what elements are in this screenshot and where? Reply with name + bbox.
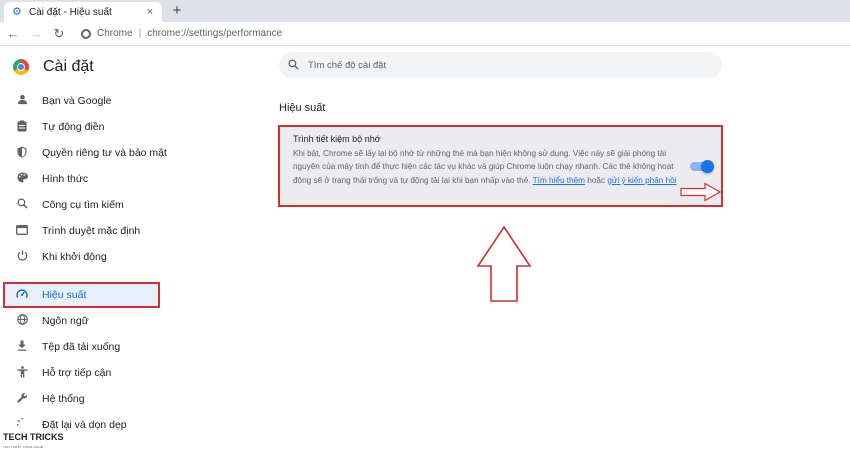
section-title: Hiệu suất xyxy=(279,102,326,114)
power-icon xyxy=(15,250,29,264)
search-icon xyxy=(288,59,300,71)
omnibox-url: chrome://settings/performance xyxy=(147,28,283,39)
sidebar-item-accessibility[interactable]: Hỗ trợ tiếp cận xyxy=(0,360,180,386)
sidebar-item-downloads[interactable]: Tệp đã tải xuống xyxy=(0,334,180,360)
browser-toolbar: ← → ↻ Chrome | chrome://settings/perform… xyxy=(0,22,850,46)
chrome-site-icon xyxy=(81,28,91,39)
sidebar-item-search-engine[interactable]: Công cụ tìm kiếm xyxy=(0,192,180,218)
sidebar-item-label: Bạn và Google xyxy=(42,95,112,107)
sidebar-item-label: Hệ thống xyxy=(42,393,85,405)
palette-icon xyxy=(15,172,29,186)
omnibox-brand: Chrome xyxy=(97,28,133,39)
toggle-knob xyxy=(701,160,714,173)
memory-saver-card: Trình tiết kiệm bộ nhớ Khi bật, Chrome s… xyxy=(278,125,723,207)
search-icon xyxy=(15,198,29,212)
reset-icon xyxy=(12,415,29,432)
settings-search[interactable] xyxy=(279,52,722,78)
person-icon xyxy=(15,94,29,108)
watermark-logo: TECH TRICKS THỦ THUẬT CÔNG NGHỆ xyxy=(3,432,64,452)
tab-title: Cài đặt - Hiệu suất xyxy=(29,6,112,18)
page-title: Cài đặt xyxy=(43,58,94,75)
sidebar-item-label: Hiệu suất xyxy=(42,289,87,301)
annotation-arrow-up-icon xyxy=(476,226,532,302)
sidebar-item-label: Hỗ trợ tiếp cận xyxy=(42,367,112,379)
chrome-logo-icon xyxy=(13,59,29,75)
gear-icon: ⚙ xyxy=(12,5,22,18)
accessibility-icon xyxy=(15,365,29,381)
tab-strip: ⚙ Cài đặt - Hiệu suất × + xyxy=(0,0,850,22)
sidebar-item-label: Khi khởi động xyxy=(42,251,107,263)
sidebar-item-label: Ngôn ngữ xyxy=(42,315,89,327)
watermark-tagline: THỦ THUẬT CÔNG NGHỆ xyxy=(3,445,44,449)
settings-brand: Cài đặt xyxy=(13,58,94,76)
download-icon xyxy=(15,340,29,354)
clipboard-icon xyxy=(15,120,29,135)
sidebar-item-autofill[interactable]: Tự động điền xyxy=(0,114,180,140)
sidebar-item-appearance[interactable]: Hình thức xyxy=(0,166,180,192)
sidebar-item-languages[interactable]: Ngôn ngữ xyxy=(0,308,180,334)
sidebar-item-you-and-google[interactable]: Bạn và Google xyxy=(0,88,180,114)
watermark-brand: TECH TRICKS xyxy=(3,432,64,442)
omnibox-separator: | xyxy=(138,28,142,39)
sidebar-item-label: Trình duyệt mặc định xyxy=(42,225,141,237)
speedometer-icon xyxy=(15,288,29,302)
search-input[interactable] xyxy=(308,59,688,71)
sidebar-item-default-browser[interactable]: Trình duyệt mặc định xyxy=(0,218,180,244)
shield-icon xyxy=(15,146,29,161)
forward-arrow-icon[interactable]: → xyxy=(26,24,46,44)
memory-saver-description: Khi bật, Chrome sẽ lấy lại bộ nhớ từ nhữ… xyxy=(293,147,677,187)
tab-settings-performance[interactable]: ⚙ Cài đặt - Hiệu suất × xyxy=(4,2,162,22)
address-bar[interactable]: Chrome | chrome://settings/performance xyxy=(81,24,282,44)
or-text: hoặc xyxy=(587,175,606,185)
sidebar-item-performance[interactable]: Hiệu suất xyxy=(3,282,160,308)
sidebar-item-label: Đặt lại và dọn dẹp xyxy=(42,419,127,431)
wrench-icon xyxy=(15,392,29,406)
tab-close-icon[interactable]: × xyxy=(144,6,156,18)
sidebar-item-label: Tệp đã tải xuống xyxy=(42,341,121,353)
globe-icon xyxy=(15,314,29,328)
memory-saver-title: Trình tiết kiệm bộ nhớ xyxy=(293,134,381,144)
new-tab-button[interactable]: + xyxy=(169,2,185,20)
settings-sidebar: Cài đặt Bạn và Google Tự động điền Quyền… xyxy=(0,46,180,450)
browser-icon xyxy=(15,224,29,238)
reload-icon[interactable]: ↻ xyxy=(49,24,69,44)
learn-more-link[interactable]: Tìm hiểu thêm xyxy=(533,176,585,185)
sidebar-item-system[interactable]: Hệ thống xyxy=(0,386,180,412)
sidebar-item-label: Quyền riêng tư và bảo mật xyxy=(42,147,167,159)
feedback-link[interactable]: gửi ý kiến phản hồi xyxy=(607,176,676,185)
sidebar-item-label: Tự động điền xyxy=(42,121,105,133)
annotation-arrow-right-icon xyxy=(680,182,722,202)
back-arrow-icon[interactable]: ← xyxy=(3,24,23,44)
sidebar-item-label: Hình thức xyxy=(42,173,89,185)
memory-saver-toggle[interactable] xyxy=(690,160,714,173)
sidebar-item-privacy[interactable]: Quyền riêng tư và bảo mật xyxy=(0,140,180,166)
sidebar-item-on-startup[interactable]: Khi khởi động xyxy=(0,244,180,270)
sidebar-item-label: Công cụ tìm kiếm xyxy=(42,199,124,211)
